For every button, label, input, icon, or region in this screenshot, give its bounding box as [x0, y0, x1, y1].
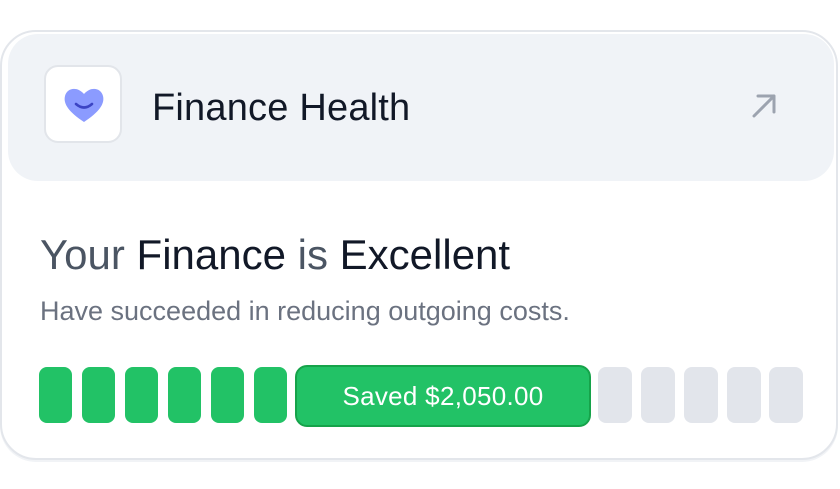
progress-segment-empty — [769, 367, 803, 423]
smiling-heart-icon — [64, 88, 104, 122]
status-description: Have succeeded in reducing outgoing cost… — [40, 296, 570, 326]
saved-amount-badge: Saved $2,050.00 — [295, 365, 591, 427]
progress-segment-empty — [727, 367, 761, 423]
progress-segment-filled — [211, 367, 244, 423]
headline-verb: is — [297, 231, 328, 278]
card-header[interactable]: Finance Health — [8, 34, 834, 181]
headline-prefix: Your — [40, 231, 125, 278]
progress-segment-filled — [254, 367, 287, 423]
progress-segment-filled — [39, 367, 72, 423]
progress-segment-empty — [684, 367, 718, 423]
card-title: Finance Health — [152, 87, 411, 129]
status-headline: Your Finance is Excellent — [40, 230, 510, 280]
progress-segment-filled — [82, 367, 115, 423]
app-icon-tile — [44, 65, 122, 143]
progress-segment-empty — [641, 367, 675, 423]
progress-segment-empty — [598, 367, 632, 423]
finance-health-card: Finance Health Your Finance is Excellent… — [0, 30, 838, 460]
headline-subject: Finance — [136, 231, 286, 278]
progress-segment-filled — [168, 367, 201, 423]
headline-rating: Excellent — [339, 231, 511, 278]
arrow-up-right-icon[interactable] — [748, 90, 780, 122]
progress-segment-filled — [125, 367, 158, 423]
